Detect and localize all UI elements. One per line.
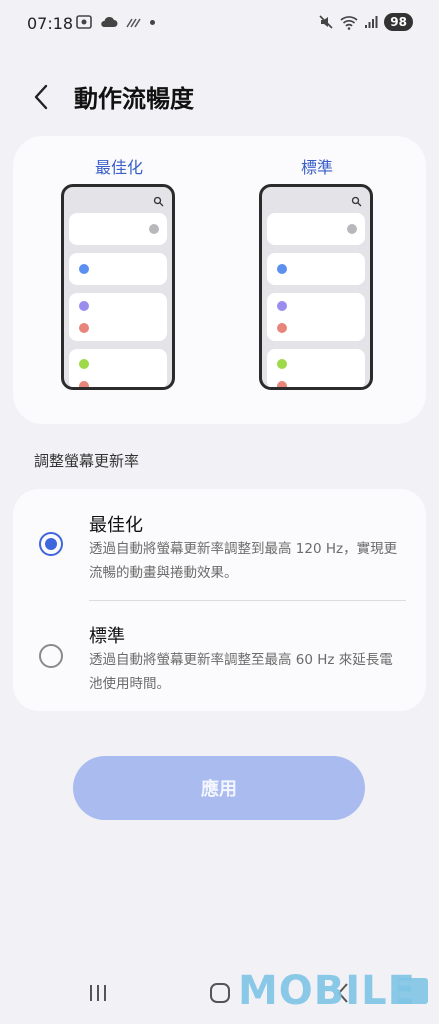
status-bar: 07:18 98 [0, 0, 439, 48]
recents-icon[interactable] [87, 983, 109, 1003]
page-title: 動作流暢度 [74, 85, 194, 113]
option-description: 透過自動將螢幕更新率調整到最高 120 Hz，實現更流暢的動畫與捲動效果。 [89, 541, 398, 581]
preview-phone-optimized [61, 184, 175, 390]
speech-bubble-icon [398, 978, 428, 1004]
back-chevron-icon[interactable] [30, 82, 54, 112]
screenshot-icon [76, 15, 92, 29]
preview-label-optimized: 最佳化 [95, 158, 144, 177]
section-label: 調整螢幕更新率 [34, 452, 140, 470]
battery-icon: 98 [384, 13, 413, 31]
wifi-icon [340, 15, 358, 30]
preview-label-standard: 標準 [301, 158, 334, 177]
option-optimized[interactable]: 最佳化 透過自動將螢幕更新率調整到最高 120 Hz，實現更流暢的動畫與捲動效果… [13, 489, 426, 600]
notification-dot-icon [150, 19, 155, 25]
watermark-logo: MOBILE [238, 968, 416, 1014]
option-title: 最佳化 [89, 515, 143, 536]
cellular-icon [365, 16, 378, 28]
refresh-rate-options: 最佳化 透過自動將螢幕更新率調整到最高 120 Hz，實現更流暢的動畫與捲動效果… [13, 489, 426, 711]
option-title: 標準 [89, 626, 125, 647]
signal-slash-icon [126, 18, 141, 28]
search-icon [351, 196, 362, 207]
option-description: 透過自動將螢幕更新率調整至最高 60 Hz 來延長電池使用時間。 [89, 652, 393, 692]
preview-card: 最佳化 標準 [13, 136, 426, 424]
status-time: 07:18 [27, 14, 74, 33]
search-icon [153, 196, 164, 207]
home-icon[interactable] [210, 983, 230, 1003]
option-standard[interactable]: 標準 透過自動將螢幕更新率調整至最高 60 Hz 來延長電池使用時間。 [13, 601, 426, 711]
radio-standard[interactable] [39, 644, 63, 668]
radio-optimized[interactable] [39, 532, 63, 556]
apply-button[interactable]: 應用 [73, 756, 365, 820]
preview-phone-standard [259, 184, 373, 390]
cloud-icon [101, 16, 118, 27]
mute-icon [319, 15, 333, 29]
